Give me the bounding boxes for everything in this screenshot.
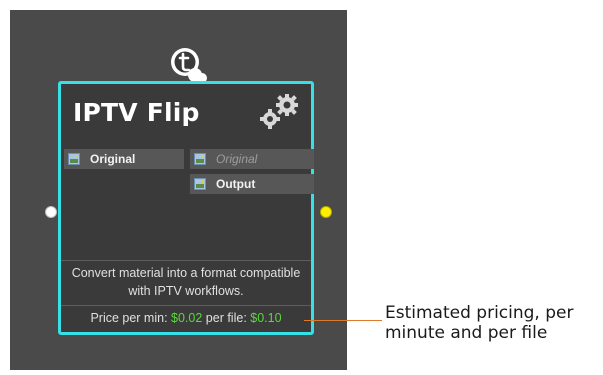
divider [61,260,311,261]
input-connector[interactable] [45,206,57,218]
input-port-label: Original [90,152,136,166]
price-per-file-label: per file: [205,311,247,325]
node-title: IPTV Flip [73,98,200,127]
divider [61,305,311,306]
output-port-original[interactable]: Original [190,149,314,169]
price-per-min-label: Price per min: [90,311,168,325]
price-per-min-value: $0.02 [171,311,203,325]
output-port-label: Output [216,177,256,191]
media-file-icon [194,153,206,165]
price-per-file-value: $0.10 [250,311,282,325]
pricing-callout: Estimated pricing, per minute and per fi… [385,303,574,343]
node-description: Convert material into a format compatibl… [71,266,301,298]
media-file-icon [194,178,206,190]
gears-icon[interactable] [255,92,301,132]
output-connector[interactable] [320,206,332,218]
pricing-row: Price per min: $0.02 per file: $0.10 [61,311,311,325]
media-file-icon [68,153,80,165]
output-port-label: Original [216,152,258,166]
input-port-original[interactable]: Original [64,149,184,169]
output-port-output[interactable]: Output [190,174,314,194]
iptv-flip-node[interactable]: IPTV Flip Original Original Output Conve… [58,81,314,335]
callout-line [304,320,382,321]
telestream-logo-icon [171,48,207,83]
